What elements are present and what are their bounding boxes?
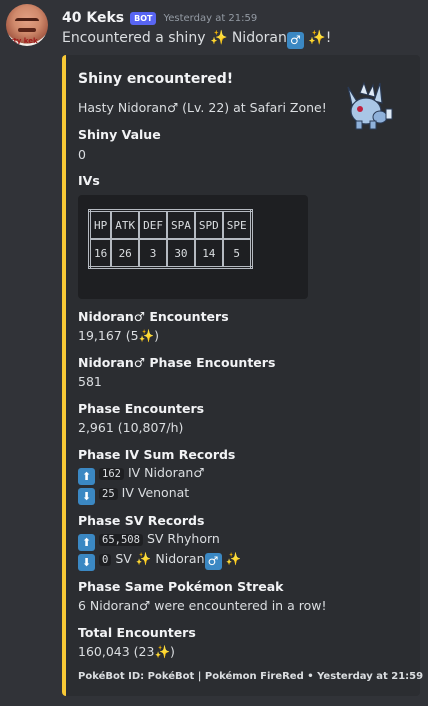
sparkles-icon: ✨ [209, 30, 228, 46]
iv-value: 30 [166, 238, 196, 269]
embed-footer: PokéBot ID: PokéBot | Pokémon FireRed • … [78, 671, 424, 682]
field-shiny-value: 0 [78, 147, 86, 162]
iv-value: 3 [138, 238, 168, 269]
iv-record-low: ⬇ 25 IV Venonat [78, 485, 189, 505]
iv-record-low-text: IV Venonat [121, 485, 190, 500]
male-sign-icon: ♂ [286, 32, 304, 49]
field-total-value: 160,043 (23 [78, 644, 155, 659]
sparkles-icon: ✨ [138, 328, 155, 343]
male-sign-icon: ♂ [204, 553, 222, 570]
iv-record-high-text: IV Nidoran♂ [127, 465, 205, 480]
sv-record-low-pokemon: Nidoran [155, 551, 205, 566]
nidoran-sprite-icon[interactable] [340, 81, 396, 133]
content-pokemon: Nidoran [231, 30, 287, 46]
field-encounters: 19,167 (5✨) [78, 328, 159, 344]
inline-code: 25 [99, 488, 118, 500]
iv-value: 5 [221, 238, 253, 269]
arrow-down-icon: ⬇ [78, 488, 95, 505]
field-shiny-value-name: Shiny Value [78, 127, 161, 142]
sparkles-icon: ✨ [135, 551, 152, 566]
field-phase-species-value: 581 [78, 374, 102, 389]
inline-code: 65,508 [99, 534, 143, 546]
ivs-table: HP ATK DEF SPA SPD SPE 16 26 3 30 14 5 [88, 209, 253, 269]
field-phase-species-name: Nidoran♂ Phase Encounters [78, 355, 276, 370]
arrow-up-icon: ⬆ [78, 534, 95, 551]
field-total-end: ) [170, 644, 175, 659]
iv-record-high: ⬆ 162 IV Nidoran♂ [78, 465, 205, 485]
inline-code: 0 [99, 554, 112, 566]
arrow-up-icon: ⬆ [78, 468, 95, 485]
avatar[interactable]: rty kek [6, 4, 48, 46]
sv-record-high-text: SV Rhyhorn [146, 531, 220, 546]
field-sv-records-name: Phase SV Records [78, 513, 205, 528]
field-streak-name: Phase Same Pokémon Streak [78, 579, 284, 594]
sv-record-high: ⬆ 65,508 SV Rhyhorn [78, 531, 220, 551]
sparkles-icon: ✨ [308, 30, 326, 46]
iv-value: 16 [88, 238, 113, 269]
field-ivs-name: IVs [78, 173, 100, 188]
arrow-down-icon: ⬇ [78, 554, 95, 571]
iv-header: SPD [193, 209, 224, 240]
message-header: 40 Keks BOT Yesterday at 21:59 [62, 8, 257, 28]
sparkles-icon: ✨ [154, 644, 171, 659]
embed: Shiny encountered! Hasty Nidoran♂ (Lv. 2… [62, 55, 424, 696]
embed-title: Shiny encountered! [78, 71, 234, 87]
message-content: Encountered a shiny ✨ Nidoran ♂ ✨! [62, 30, 331, 49]
iv-header: DEF [138, 209, 168, 240]
field-total-name: Total Encounters [78, 625, 196, 640]
username[interactable]: 40 Keks [62, 10, 124, 26]
iv-header: SPA [166, 209, 196, 240]
embed-description: Hasty Nidoran♂ (Lv. 22) at Safari Zone! [78, 100, 327, 115]
sparkles-icon: ✨ [225, 551, 242, 566]
iv-header: SPE [221, 209, 253, 240]
avatar-text: rty kek [10, 37, 38, 45]
field-encounters-name: Nidoran♂ Encounters [78, 309, 229, 324]
content-prefix: Encountered a shiny [62, 30, 206, 46]
inline-code: 162 [99, 468, 124, 480]
field-total: 160,043 (23✨) [78, 644, 175, 660]
field-encounters-value: 19,167 (5 [78, 328, 139, 343]
iv-header: ATK [110, 209, 141, 240]
bot-badge: BOT [130, 11, 157, 25]
field-streak-value: 6 Nidoran♂ were encountered in a row! [78, 598, 327, 613]
field-phase-encounters-value: 2,961 (10,807/h) [78, 420, 184, 435]
sv-record-low-prefix: SV [115, 551, 132, 566]
ivs-code-block: HP ATK DEF SPA SPD SPE 16 26 3 30 14 5 [78, 195, 308, 299]
timestamp[interactable]: Yesterday at 21:59 [163, 13, 257, 24]
iv-header: HP [88, 209, 113, 240]
sv-record-low: ⬇ 0 SV ✨ Nidoran ♂ ✨ [78, 551, 241, 571]
content-suffix: ! [325, 30, 332, 46]
field-phase-encounters-name: Phase Encounters [78, 401, 205, 416]
field-iv-records-name: Phase IV Sum Records [78, 447, 236, 462]
iv-value: 14 [193, 238, 224, 269]
iv-value: 26 [110, 238, 141, 269]
field-encounters-end: ) [154, 328, 160, 343]
